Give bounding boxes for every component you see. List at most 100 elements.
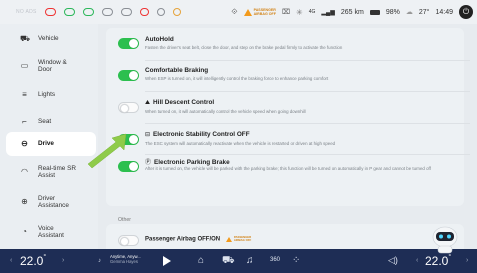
autohold-desc: Fasten the driver's seat belt, close the… bbox=[145, 45, 343, 50]
music-icon[interactable]: ♫ bbox=[246, 255, 254, 266]
apps-grid-icon[interactable]: ⁘ bbox=[292, 255, 300, 266]
sidebar-item-window-door[interactable]: ▭ Window & Door bbox=[6, 54, 96, 78]
sr-assist-icon: ◠ bbox=[21, 167, 28, 177]
airbag-state: OFF bbox=[268, 12, 276, 16]
divider bbox=[145, 154, 470, 155]
autohold-toggle[interactable] bbox=[118, 38, 139, 49]
airbag-status-indicator: PASSENGER AIRBAG OFF bbox=[243, 8, 276, 16]
esc-off-title: Electronic Stability Control OFF bbox=[153, 131, 250, 138]
left-temp-value: 22.0 bbox=[20, 254, 44, 268]
esc-off-desc: The ESC system will automatically reacti… bbox=[145, 141, 336, 146]
passenger-airbag-toggle[interactable] bbox=[118, 235, 139, 246]
settings-sidebar: ⛟ Vehicle ▭ Window & Door ≡ Lights ⌐ Sea… bbox=[0, 24, 98, 249]
passenger-airbag-title: Passenger Airbag OFF/ON bbox=[145, 236, 221, 243]
range-value: 265 km bbox=[340, 8, 364, 16]
sidebar-item-drive[interactable]: ⊖ Drive bbox=[6, 132, 96, 156]
right-temp-up-icon[interactable]: › bbox=[466, 257, 468, 264]
right-temp-value: 22.0 bbox=[425, 254, 449, 268]
camera-360-label: 360 bbox=[270, 257, 281, 263]
voice-assistant-avatar[interactable] bbox=[428, 224, 462, 254]
weather-icon: ☁ bbox=[405, 9, 413, 16]
seatbelt-indicator-icon bbox=[120, 8, 132, 16]
sidebar-item-vehicle[interactable]: ⛟ Vehicle bbox=[6, 27, 96, 51]
comfortable-braking-title: Comfortable Braking bbox=[145, 67, 209, 74]
media-info[interactable]: Anytime, Anyw... Gemma Hayes bbox=[110, 254, 141, 264]
music-note-icon: ♪ bbox=[98, 258, 101, 264]
hill-descent-title-wrap: ⛰ Hill Descent Control bbox=[145, 99, 214, 107]
sidebar-item-label: Lights bbox=[38, 91, 56, 99]
voice-icon: ◔ bbox=[22, 227, 27, 237]
badge-line2: AIRBAG OFF bbox=[233, 238, 252, 242]
bluetooth-icon: ⌧ bbox=[281, 9, 291, 16]
parking-indicator-icon bbox=[101, 8, 113, 16]
power-icon[interactable]: ⏻ bbox=[459, 5, 473, 19]
left-temp-up-icon[interactable]: › bbox=[62, 257, 64, 264]
left-temp[interactable]: 22.0° bbox=[20, 254, 46, 268]
status-bar: NO ADS ⟐ PASSENGER AIRBAG OFF ⌧ ✳ 4G ▂▄▆… bbox=[0, 0, 477, 24]
right-temp[interactable]: 22.0° bbox=[425, 254, 451, 268]
hill-descent-toggle[interactable] bbox=[118, 102, 139, 113]
parking-brake-icon: Ⓟ bbox=[145, 160, 152, 166]
comfortable-braking-toggle[interactable] bbox=[118, 70, 139, 81]
airbag-line2: AIRBAG bbox=[253, 12, 268, 16]
camera-360-icon[interactable]: 360 bbox=[270, 257, 280, 263]
battery-value: 98% bbox=[385, 8, 400, 16]
divider bbox=[145, 91, 470, 92]
esc-off-toggle[interactable] bbox=[118, 134, 139, 145]
parking-brake-title: Electronic Parking Brake bbox=[154, 159, 230, 166]
drive-settings-card: AutoHold Fasten the driver's seat belt, … bbox=[106, 28, 470, 206]
hill-descent-icon: ⛰ bbox=[145, 100, 151, 106]
right-temp-down-icon[interactable]: ‹ bbox=[416, 257, 418, 264]
home-icon[interactable]: ⌂ bbox=[198, 255, 204, 266]
status-tag: NO ADS bbox=[16, 9, 37, 15]
light-icon: ≡ bbox=[22, 90, 27, 100]
media-artist: Gemma Hayes bbox=[110, 259, 138, 264]
steering-wheel-icon: ⊖ bbox=[21, 139, 28, 149]
sidebar-item-label: Window & Door bbox=[38, 58, 67, 74]
car-icon: ⛟ bbox=[20, 34, 31, 44]
left-temp-down-icon[interactable]: ‹ bbox=[10, 257, 12, 264]
sidebar-item-sr-assist[interactable]: ◠ Real-time SR Assist bbox=[6, 160, 96, 184]
car-icon[interactable]: ⛟ bbox=[222, 255, 235, 268]
hill-descent-desc: When turned on, it will automatically co… bbox=[145, 109, 306, 114]
passenger-airbag-badge: PASSENGER AIRBAG OFF bbox=[225, 236, 252, 242]
drive-settings-panel: AutoHold Fasten the driver's seat belt, … bbox=[106, 24, 473, 249]
sidebar-item-label: Real-time SR Assist bbox=[38, 164, 76, 180]
sidebar-item-lights[interactable]: ≡ Lights bbox=[6, 83, 96, 107]
sidebar-item-label: Voice Assistant bbox=[38, 224, 64, 240]
sidebar-item-driver-assistance[interactable]: ⊕ Driver Assistance bbox=[6, 190, 96, 214]
sun-icon: ✳ bbox=[296, 7, 303, 17]
esc-indicator-icon bbox=[82, 8, 94, 16]
airbag-warning-icon bbox=[243, 8, 252, 16]
bottom-dock: ‹ 22.0° › ♪ Anytime, Anyw... Gemma Hayes… bbox=[0, 249, 477, 273]
lights-indicator-icon bbox=[63, 8, 75, 16]
driver-assist-icon: ⊕ bbox=[21, 197, 28, 207]
sidebar-item-voice-assistant[interactable]: ◔ Voice Assistant bbox=[6, 220, 96, 244]
parking-brake-desc: After it is turned on, the vehicle will … bbox=[145, 166, 431, 171]
sidebar-item-label: Drive bbox=[38, 140, 54, 148]
other-settings-card: Passenger Airbag OFF/ON PASSENGER AIRBAG… bbox=[106, 224, 464, 249]
warning-indicator-icon bbox=[44, 8, 56, 16]
signal-bars-icon: ▂▄▆ bbox=[321, 9, 335, 16]
clock: 14:49 bbox=[435, 8, 453, 16]
battery-icon bbox=[369, 9, 380, 15]
tire-indicator-icon bbox=[156, 8, 165, 16]
section-other-label: Other bbox=[118, 217, 131, 223]
seat-icon: ⌐ bbox=[22, 117, 27, 127]
hill-descent-title: Hill Descent Control bbox=[153, 99, 215, 106]
sidebar-item-label: Driver Assistance bbox=[38, 194, 69, 210]
passenger-airbag-title-wrap: Passenger Airbag OFF/ON PASSENGER AIRBAG… bbox=[145, 236, 251, 243]
play-icon[interactable] bbox=[163, 256, 171, 266]
esc-icon: ⊟ bbox=[145, 132, 151, 138]
divider bbox=[145, 123, 470, 124]
parking-brake-toggle[interactable] bbox=[118, 161, 139, 172]
check-indicator-icon bbox=[172, 8, 181, 16]
volume-icon[interactable]: ◁) bbox=[388, 255, 398, 266]
signal-icon: ⟐ bbox=[231, 7, 238, 16]
divider bbox=[145, 60, 470, 61]
esc-off-title-wrap: ⊟ Electronic Stability Control OFF bbox=[145, 131, 250, 138]
window-icon: ▭ bbox=[20, 61, 29, 71]
sidebar-item-label: Seat bbox=[38, 118, 52, 126]
abs-indicator-icon bbox=[139, 8, 149, 16]
sidebar-item-seat[interactable]: ⌐ Seat bbox=[6, 110, 96, 134]
